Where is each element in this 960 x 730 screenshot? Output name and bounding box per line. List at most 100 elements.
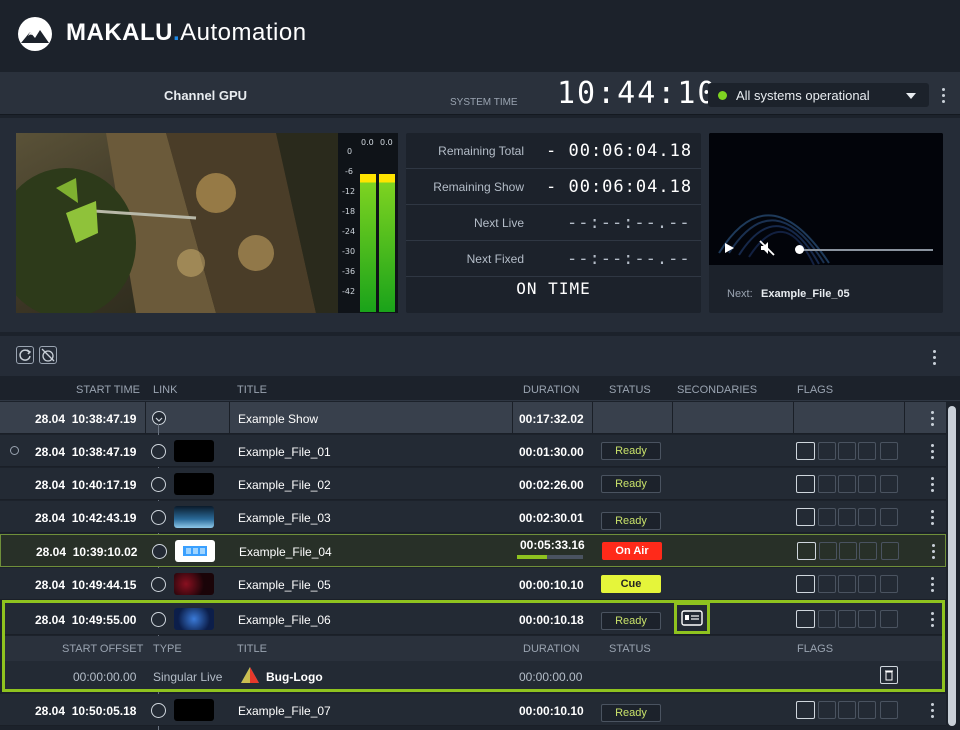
playlist-flag-icon[interactable] bbox=[796, 610, 815, 628]
show-row[interactable]: 28.04 10:38:47.19 Example Show 00:17:32.… bbox=[0, 402, 946, 434]
asterisk-flag-icon[interactable] bbox=[818, 475, 836, 493]
link-node[interactable] bbox=[151, 577, 166, 592]
row-menu-kebab-icon[interactable] bbox=[931, 444, 935, 460]
channel-menu-kebab-icon[interactable] bbox=[942, 88, 946, 104]
row-menu-kebab-icon[interactable] bbox=[931, 703, 935, 719]
no-video-flag-icon[interactable] bbox=[881, 542, 899, 560]
table-row-on-air[interactable]: 28.04 10:39:10.02 Example_File_04 00:05:… bbox=[0, 534, 946, 567]
playlist-flag-icon[interactable] bbox=[796, 442, 815, 460]
header-start-time[interactable]: START TIME bbox=[76, 384, 140, 396]
system-status-dropdown[interactable]: All systems operational bbox=[708, 83, 929, 107]
no-video-flag-icon[interactable] bbox=[880, 442, 898, 460]
asterisk-flag-icon[interactable] bbox=[818, 442, 836, 460]
play-icon[interactable] bbox=[725, 243, 734, 253]
sec-header-start-offset: START OFFSET bbox=[62, 643, 144, 655]
playlist-flag-icon[interactable] bbox=[796, 508, 815, 526]
sec-duration: 00:00:00.00 bbox=[519, 670, 583, 684]
split-flag-icon[interactable] bbox=[858, 475, 876, 493]
grid-header: START TIME LINK TITLE DURATION STATUS SE… bbox=[0, 376, 960, 401]
table-row[interactable]: 28.04 10:50:05.18 Example_File_07 00:00:… bbox=[0, 694, 946, 726]
clip-thumbnail bbox=[174, 440, 214, 462]
link-node[interactable] bbox=[151, 477, 166, 492]
playlist-flag-icon[interactable] bbox=[796, 575, 815, 593]
row-menu-kebab-icon[interactable] bbox=[931, 411, 935, 427]
playlist-flag-icon[interactable] bbox=[797, 542, 816, 560]
secondaries-toggle-button[interactable] bbox=[674, 602, 710, 634]
loop-flag-icon[interactable] bbox=[839, 542, 857, 560]
asterisk-flag-icon[interactable] bbox=[818, 575, 836, 593]
timer-remaining-show: Remaining Show - 00:06:04.18 bbox=[406, 169, 701, 205]
table-row[interactable]: 28.04 10:49:44.15 Example_File_05 00:00:… bbox=[0, 568, 946, 600]
row-menu-kebab-icon[interactable] bbox=[931, 577, 935, 593]
status-badge: Ready bbox=[601, 442, 661, 460]
split-flag-icon[interactable] bbox=[858, 701, 876, 719]
header-secondaries[interactable]: SECONDARIES bbox=[677, 384, 757, 396]
playlist-flag-icon[interactable] bbox=[796, 475, 815, 493]
asterisk-flag-icon[interactable] bbox=[819, 542, 837, 560]
split-flag-icon[interactable] bbox=[858, 442, 876, 460]
row-menu-kebab-icon[interactable] bbox=[932, 544, 936, 560]
header-status[interactable]: STATUS bbox=[609, 384, 651, 396]
no-video-flag-icon[interactable] bbox=[880, 508, 898, 526]
link-node[interactable] bbox=[151, 444, 166, 459]
asterisk-flag-icon[interactable] bbox=[818, 701, 836, 719]
link-node[interactable] bbox=[151, 612, 166, 627]
link-node[interactable] bbox=[151, 510, 166, 525]
sec-header-flags: FLAGS bbox=[797, 643, 834, 655]
clip-thumbnail bbox=[174, 473, 214, 495]
meter-scale-label: -30 bbox=[342, 247, 356, 256]
loop-flag-icon[interactable] bbox=[838, 508, 856, 526]
row-menu-kebab-icon[interactable] bbox=[931, 477, 935, 493]
timer-value: - 00:06:04.18 bbox=[546, 177, 693, 197]
loop-flag-icon[interactable] bbox=[838, 610, 856, 628]
row-duration: 00:01:30.00 bbox=[519, 445, 584, 459]
link-node[interactable] bbox=[151, 703, 166, 718]
table-row-selected[interactable]: 28.04 10:49:55.00 Example_File_06 00:00:… bbox=[5, 603, 942, 635]
header-link[interactable]: LINK bbox=[153, 384, 177, 396]
header-duration[interactable]: DURATION bbox=[523, 384, 580, 396]
no-video-flag-icon[interactable] bbox=[880, 575, 898, 593]
timers-panel: Remaining Total - 00:06:04.18 Remaining … bbox=[406, 133, 701, 313]
mute-icon[interactable] bbox=[759, 240, 775, 256]
header-title[interactable]: TITLE bbox=[237, 384, 267, 396]
loop-flag-icon[interactable] bbox=[838, 701, 856, 719]
timer-label: Remaining Show bbox=[433, 180, 524, 194]
status-badge: On Air bbox=[602, 542, 662, 560]
table-row[interactable]: 28.04 10:38:47.19 Example_File_01 00:01:… bbox=[0, 435, 946, 467]
header-flags[interactable]: FLAGS bbox=[797, 384, 833, 396]
grid-scrollbar[interactable] bbox=[948, 406, 956, 726]
refresh-button[interactable] bbox=[16, 346, 34, 364]
split-flag-icon[interactable] bbox=[858, 610, 876, 628]
row-title: Example_File_06 bbox=[238, 613, 331, 627]
table-row[interactable]: 28.04 10:40:17.19 Example_File_02 00:02:… bbox=[0, 468, 946, 500]
expand-chevron-icon[interactable] bbox=[152, 411, 166, 425]
sec-type: Singular Live bbox=[153, 670, 223, 684]
loop-flag-icon[interactable] bbox=[838, 575, 856, 593]
row-menu-kebab-icon[interactable] bbox=[931, 510, 935, 526]
delete-icon[interactable] bbox=[880, 666, 898, 684]
loop-flag-icon[interactable] bbox=[838, 475, 856, 493]
row-start-time: 28.04 10:38:47.19 bbox=[35, 445, 137, 459]
no-video-flag-icon[interactable] bbox=[880, 701, 898, 719]
seek-handle[interactable] bbox=[795, 245, 804, 254]
no-video-flag-icon[interactable] bbox=[880, 610, 898, 628]
on-air-progress-bar bbox=[517, 555, 583, 559]
seek-bar[interactable] bbox=[799, 249, 933, 251]
link-node[interactable] bbox=[152, 544, 167, 559]
playlist-menu-kebab-icon[interactable] bbox=[933, 350, 937, 366]
no-video-flag-icon[interactable] bbox=[880, 475, 898, 493]
playlist-flag-icon[interactable] bbox=[796, 701, 815, 719]
split-flag-icon[interactable] bbox=[859, 542, 877, 560]
secondary-row[interactable]: 00:00:00.00 Singular Live Bug-Logo 00:00… bbox=[5, 661, 942, 689]
timer-off-button[interactable] bbox=[39, 346, 57, 364]
split-flag-icon[interactable] bbox=[858, 575, 876, 593]
asterisk-flag-icon[interactable] bbox=[818, 508, 836, 526]
status-badge: Ready bbox=[601, 475, 661, 493]
loop-flag-icon[interactable] bbox=[838, 442, 856, 460]
row-start-time: 28.04 10:42:43.19 bbox=[35, 511, 137, 525]
split-flag-icon[interactable] bbox=[858, 508, 876, 526]
table-row[interactable]: 28.04 10:42:43.19 Example_File_03 00:02:… bbox=[0, 501, 946, 533]
asterisk-flag-icon[interactable] bbox=[818, 610, 836, 628]
row-menu-kebab-icon[interactable] bbox=[931, 612, 935, 628]
timer-remaining-total: Remaining Total - 00:06:04.18 bbox=[406, 133, 701, 169]
